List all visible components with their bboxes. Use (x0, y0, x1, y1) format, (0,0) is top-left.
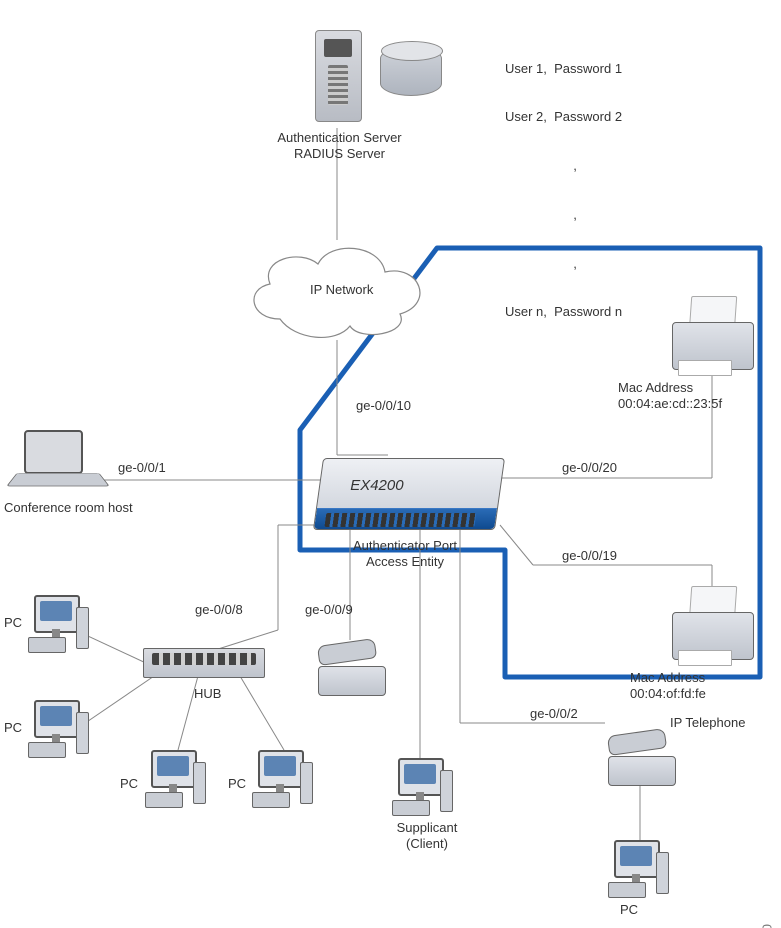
printer-top-mac: Mac Address 00:04:ae:cd::23:5f (618, 380, 722, 413)
if-ge-0-0-9: ge-0/0/9 (305, 602, 353, 618)
ipphone-label: IP Telephone (670, 715, 745, 731)
if-ge-0-0-20: ge-0/0/20 (562, 460, 617, 476)
network-diagram: User 1, Password 1 User 2, Password 2 , … (0, 0, 781, 928)
figure-id: g020070 (760, 924, 775, 928)
pc-label-5: PC (620, 902, 638, 918)
if-ge-0-0-1: ge-0/0/1 (118, 460, 166, 476)
pc-label-3: PC (120, 776, 138, 792)
supplicant-pc-icon (392, 758, 452, 818)
pc-label-4: PC (228, 776, 246, 792)
printer-top-icon (672, 300, 752, 370)
pc-icon (252, 750, 312, 810)
switch-model: EX4200 (350, 477, 403, 494)
switch-label: Authenticator Port Access Entity (330, 538, 480, 571)
hub-icon (143, 648, 265, 678)
server-label: Authentication Server RADIUS Server (272, 130, 407, 163)
switch-icon: EX4200 (313, 458, 505, 530)
ip-phone-icon (608, 730, 678, 786)
if-ge-0-0-2: ge-0/0/2 (530, 706, 578, 722)
if-ge-0-0-10: ge-0/0/10 (356, 398, 411, 414)
pc-icon (28, 595, 88, 655)
supplicant-label: Supplicant (Client) (372, 820, 482, 853)
if-ge-0-0-8: ge-0/0/8 (195, 602, 243, 618)
pc-icon (145, 750, 205, 810)
if-ge-0-0-19: ge-0/0/19 (562, 548, 617, 564)
user-list: User 1, Password 1 User 2, Password 2 , … (505, 28, 645, 353)
database-icon (380, 46, 442, 96)
printer-bottom-mac: Mac Address 00:04:of:fd:fe (630, 670, 706, 703)
server-icon (315, 30, 362, 122)
pc-icon (608, 840, 668, 900)
laptop-label: Conference room host (4, 500, 133, 516)
pc-label-1: PC (4, 615, 22, 631)
pc-label-2: PC (4, 720, 22, 736)
laptop-icon (12, 430, 107, 495)
pc-icon (28, 700, 88, 760)
hub-label: HUB (194, 686, 221, 702)
printer-bottom-icon (672, 590, 752, 660)
phone-icon (318, 640, 388, 696)
cloud-label: IP Network (310, 282, 373, 298)
